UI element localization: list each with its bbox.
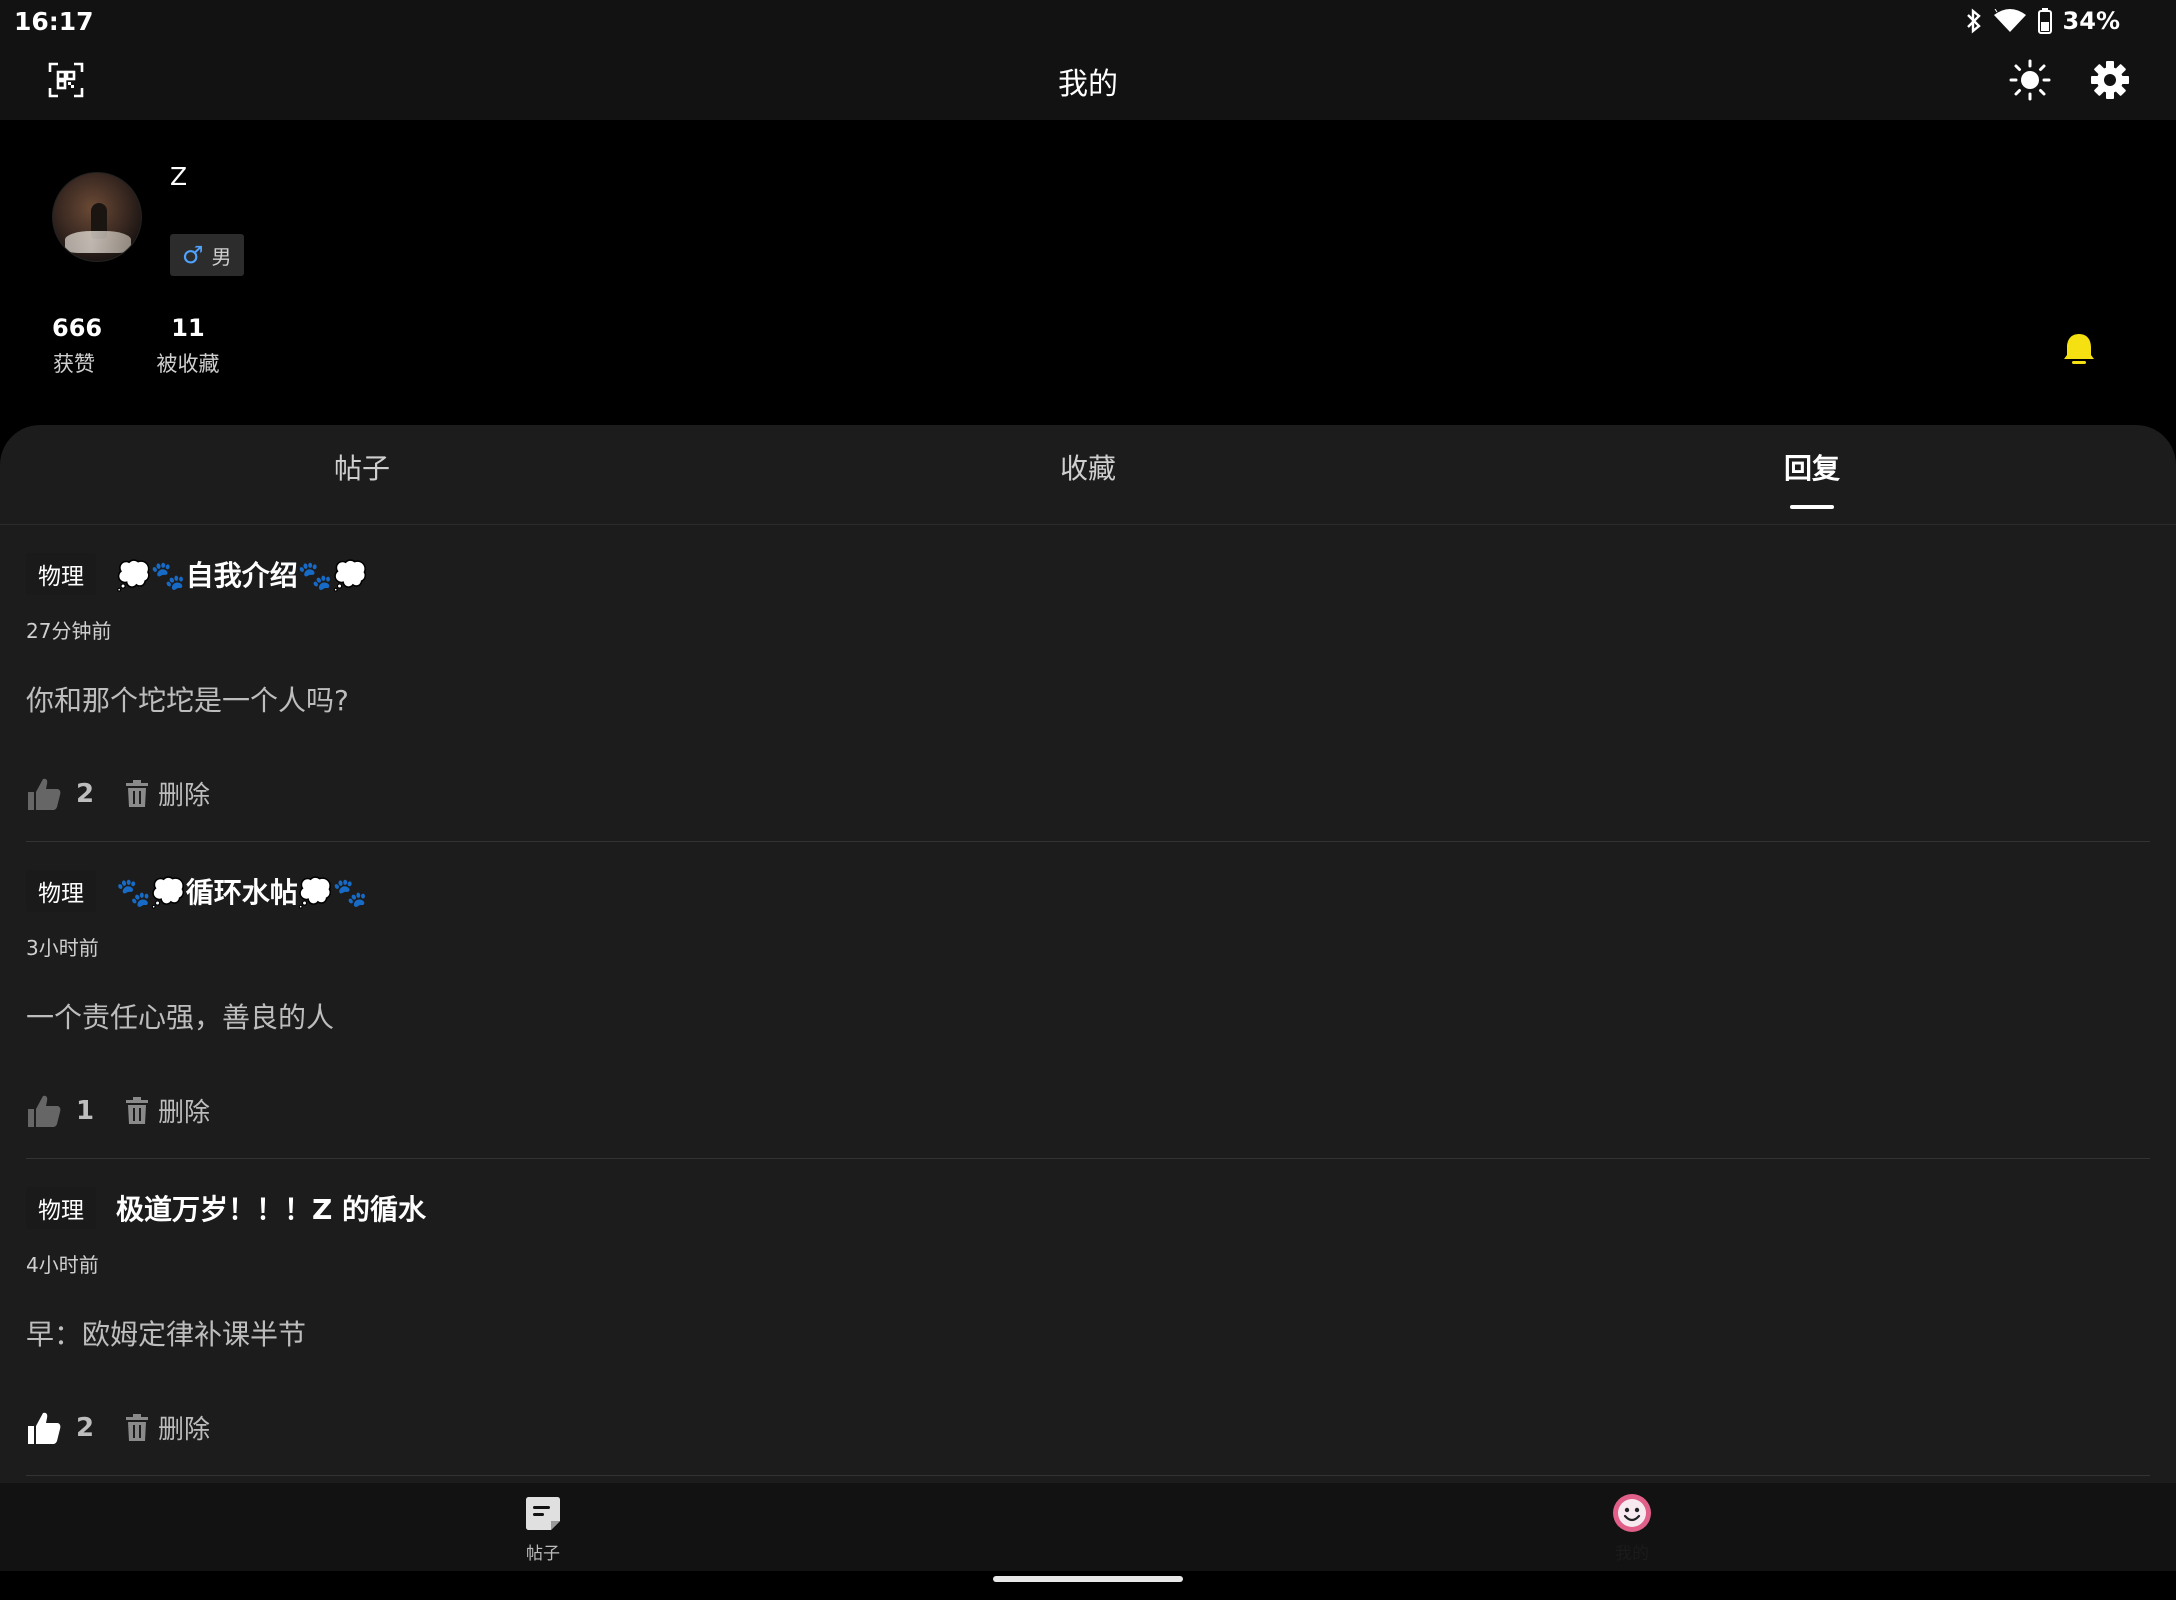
thumbs-up-icon[interactable] xyxy=(26,776,62,812)
category-tag[interactable]: 物理 xyxy=(26,870,96,912)
stat-likes-value: 666 xyxy=(52,314,103,342)
trash-icon xyxy=(124,779,150,808)
category-tag[interactable]: 物理 xyxy=(26,1187,96,1229)
screen: 16:17 34% 我的 Z ♂ 男 666 获赞 11 被收藏 帖子 收藏 回… xyxy=(0,0,2176,1600)
delete-label: 删除 xyxy=(158,781,211,811)
bluetooth-icon xyxy=(1965,8,1983,34)
home-indicator[interactable] xyxy=(993,1576,1183,1582)
reply-time: 27分钟前 xyxy=(26,619,112,643)
smiley-avatar-icon xyxy=(1572,1493,1692,1533)
stat-favorited[interactable]: 11 被收藏 xyxy=(156,314,220,378)
list-item[interactable]: 物理 💭🐾自我介绍🐾💭 27分钟前 你和那个坨坨是一个人吗? 2 删除 xyxy=(26,525,2150,842)
status-icons: 34% xyxy=(1965,7,2162,35)
nav-posts-label: 帖子 xyxy=(526,1544,560,1564)
delete-label: 删除 xyxy=(158,1415,211,1445)
reply-actions: 2 删除 xyxy=(26,1409,210,1446)
reply-time: 4小时前 xyxy=(26,1253,99,1277)
nav-me[interactable]: 我的 xyxy=(1572,1493,1692,1564)
gender-label: 男 xyxy=(211,244,232,269)
reply-actions: 1 删除 xyxy=(26,1092,210,1129)
stat-favorited-label: 被收藏 xyxy=(156,352,220,376)
nav-posts[interactable]: 帖子 xyxy=(483,1493,603,1564)
thumbs-up-icon[interactable] xyxy=(26,1410,62,1446)
category-tag[interactable]: 物理 xyxy=(26,553,96,595)
reply-text: 你和那个坨坨是一个人吗? xyxy=(26,684,349,717)
like-count: 1 xyxy=(76,1095,95,1126)
username: Z xyxy=(170,162,188,191)
profile-header: Z ♂ 男 666 获赞 11 被收藏 xyxy=(0,120,2176,430)
reply-text: 早：欧姆定律补课半节 xyxy=(26,1318,307,1351)
active-tab-indicator xyxy=(1790,505,1834,509)
reply-text: 一个责任心强，善良的人 xyxy=(26,1001,335,1034)
post-title[interactable]: 💭🐾自我介绍🐾💭 xyxy=(116,554,367,594)
reply-actions: 2 删除 xyxy=(26,775,210,812)
nav-me-label: 我的 xyxy=(1615,1544,1649,1564)
male-icon: ♂ xyxy=(182,241,204,269)
page-title: 我的 xyxy=(1058,67,1118,102)
trash-icon xyxy=(124,1413,150,1442)
qr-scan-icon[interactable] xyxy=(46,60,86,100)
battery-percent: 34% xyxy=(2062,7,2120,35)
list-item[interactable]: 物理 🐾💭循环水帖💭🐾 3小时前 一个责任心强，善良的人 1 删除 xyxy=(26,842,2150,1159)
gender-badge: ♂ 男 xyxy=(170,234,244,276)
post-title[interactable]: 🐾💭循环水帖💭🐾 xyxy=(116,871,367,911)
reply-time: 3小时前 xyxy=(26,936,99,960)
reply-header: 物理 💭🐾自我介绍🐾💭 xyxy=(26,553,367,595)
like-count: 2 xyxy=(76,778,95,809)
app-bar: 我的 xyxy=(0,42,2176,120)
trash-icon xyxy=(124,1096,150,1125)
settings-gear-icon[interactable] xyxy=(2088,58,2132,102)
status-bar: 16:17 34% xyxy=(0,0,2176,42)
content-panel: 帖子 收藏 回复 物理 💭🐾自我介绍🐾💭 27分钟前 你和那个坨坨是一个人吗? … xyxy=(0,425,2176,1483)
delete-button[interactable]: 删除 xyxy=(124,775,210,812)
brightness-icon[interactable] xyxy=(2008,58,2052,102)
stat-likes[interactable]: 666 获赞 xyxy=(52,314,103,378)
tab-posts[interactable]: 帖子 xyxy=(262,447,462,487)
tab-favorites[interactable]: 收藏 xyxy=(988,447,1188,487)
wifi-icon xyxy=(1993,9,2027,33)
avatar[interactable] xyxy=(52,172,142,262)
tab-bar: 帖子 收藏 回复 xyxy=(0,425,2176,525)
post-icon xyxy=(483,1493,603,1533)
thumbs-up-icon[interactable] xyxy=(26,1093,62,1129)
bell-icon[interactable] xyxy=(2062,332,2096,368)
delete-button[interactable]: 删除 xyxy=(124,1092,210,1129)
tab-replies[interactable]: 回复 xyxy=(1712,447,1912,487)
post-title[interactable]: 极道万岁！！！Z 的循水 xyxy=(116,1188,426,1228)
stat-favorited-value: 11 xyxy=(171,314,205,342)
status-time: 16:17 xyxy=(14,6,94,36)
reply-list: 物理 💭🐾自我介绍🐾💭 27分钟前 你和那个坨坨是一个人吗? 2 删除 物理 🐾… xyxy=(26,525,2150,1476)
bottom-nav: 帖子 我的 xyxy=(0,1483,2176,1571)
app-bar-actions xyxy=(2008,58,2132,102)
like-count: 2 xyxy=(76,1412,95,1443)
list-item[interactable]: 物理 极道万岁！！！Z 的循水 4小时前 早：欧姆定律补课半节 2 删除 xyxy=(26,1159,2150,1476)
stat-likes-label: 获赞 xyxy=(53,352,95,376)
delete-label: 删除 xyxy=(158,1098,211,1128)
reply-header: 物理 🐾💭循环水帖💭🐾 xyxy=(26,870,367,912)
delete-button[interactable]: 删除 xyxy=(124,1409,210,1446)
battery-icon xyxy=(2037,8,2053,34)
reply-header: 物理 极道万岁！！！Z 的循水 xyxy=(26,1187,426,1229)
